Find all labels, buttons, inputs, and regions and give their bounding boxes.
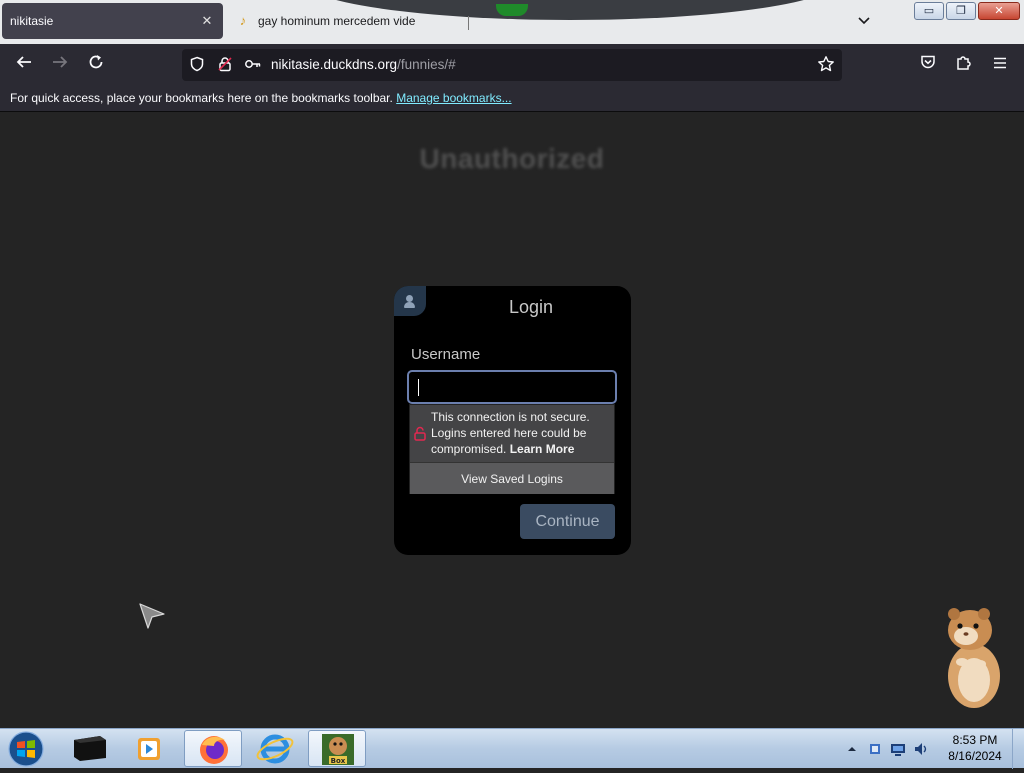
- firefox-icon: [200, 736, 228, 764]
- username-input[interactable]: [407, 370, 617, 404]
- hamster-icon: [940, 606, 1006, 710]
- taskbar-item-media-player[interactable]: [120, 730, 178, 767]
- insecure-lock-icon[interactable]: [216, 56, 234, 74]
- navigation-toolbar: nikitasie.duckdns.org/funnies/#: [0, 44, 1024, 86]
- permissions-key-icon[interactable]: [244, 56, 262, 74]
- clock-date: 8/16/2024: [948, 749, 1002, 763]
- close-window-button[interactable]: ✕: [978, 2, 1020, 20]
- view-saved-logins-button[interactable]: View Saved Logins: [410, 462, 614, 494]
- reload-icon: [89, 55, 103, 69]
- taskbar-item-internet-explorer[interactable]: [246, 730, 304, 767]
- windows-logo-icon: [8, 731, 44, 767]
- system-tray: [844, 735, 929, 763]
- tracking-protection-shield-icon[interactable]: [188, 56, 206, 74]
- url-host: nikitasie.duckdns.org: [271, 57, 398, 72]
- tab-nikitasie[interactable]: nikitasie ✕: [2, 3, 223, 39]
- volume-icon[interactable]: [913, 741, 929, 757]
- username-label: Username: [411, 346, 481, 363]
- svg-text:Box: Box: [331, 757, 346, 765]
- reload-button[interactable]: [84, 53, 108, 77]
- tab-strip: nikitasie ✕ ♪ gay hominum mercedem vide …: [0, 0, 1024, 44]
- taskbar-clock[interactable]: 8:53 PM 8/16/2024: [940, 732, 1010, 764]
- manage-bookmarks-link[interactable]: Manage bookmarks...: [396, 91, 511, 105]
- list-all-tabs-chevron-icon[interactable]: [852, 10, 876, 34]
- action-center-flag-icon[interactable]: [867, 741, 883, 757]
- show-hidden-icons-icon[interactable]: [844, 741, 860, 757]
- start-button[interactable]: [6, 731, 46, 767]
- tab-gay-hominum[interactable]: ♪ gay hominum mercedem vide: [228, 3, 468, 39]
- address-bar[interactable]: nikitasie.duckdns.org/funnies/#: [182, 49, 842, 81]
- continue-button[interactable]: Continue: [520, 504, 615, 539]
- taskbar: Box 8:53 PM 8/16/2024: [0, 728, 1024, 769]
- show-desktop-button[interactable]: [1012, 729, 1024, 769]
- internet-explorer-icon: [256, 734, 294, 764]
- taskbar-item-firefox[interactable]: [184, 730, 242, 767]
- text-caret: [418, 379, 419, 396]
- hamburger-menu-icon: [994, 57, 1006, 69]
- forward-button[interactable]: [48, 53, 72, 77]
- puzzle-piece-icon: [957, 56, 971, 70]
- taskbar-item-app[interactable]: [60, 730, 118, 767]
- media-player-icon: [138, 738, 160, 760]
- window-controls: ▭ ❐ ✕: [914, 2, 1020, 20]
- minimize-button[interactable]: ▭: [914, 2, 944, 20]
- bookmarks-toolbar-message: For quick access, place your bookmarks h…: [10, 91, 393, 105]
- learn-more-link[interactable]: Learn More: [510, 442, 575, 456]
- extensions-button[interactable]: [952, 53, 976, 77]
- tab-favicon-icon: ♪: [239, 13, 247, 28]
- pocket-icon: [921, 55, 935, 69]
- green-badge-icon: [496, 4, 528, 16]
- forward-arrow-icon: [53, 56, 68, 68]
- login-title: Login: [508, 297, 554, 317]
- taskbar-item-box[interactable]: Box: [308, 730, 366, 767]
- mouse-cursor-icon: [138, 602, 166, 630]
- network-monitor-icon[interactable]: [890, 741, 906, 757]
- tab-close-icon[interactable]: ✕: [199, 13, 215, 29]
- black-box-icon: [74, 736, 106, 761]
- url-path: /funnies/#: [397, 57, 456, 72]
- insecure-login-popup: This connection is not secure. Logins en…: [409, 404, 615, 494]
- bookmark-star-icon[interactable]: [816, 55, 836, 75]
- tab-title: nikitasie: [10, 14, 54, 28]
- insecure-lock-warning-icon: [414, 426, 426, 441]
- tab-title: gay hominum mercedem vide: [258, 14, 416, 28]
- back-arrow-icon: [16, 56, 31, 68]
- restore-button[interactable]: ❐: [946, 2, 976, 20]
- clock-time: 8:53 PM: [952, 733, 998, 747]
- box-icon: Box: [322, 734, 354, 765]
- bookmarks-toolbar: For quick access, place your bookmarks h…: [0, 86, 1024, 112]
- app-menu-button[interactable]: [988, 53, 1012, 77]
- tab-divider: [468, 16, 469, 30]
- url-text[interactable]: nikitasie.duckdns.org/funnies/#: [271, 57, 456, 72]
- back-button[interactable]: [12, 53, 36, 77]
- pocket-button[interactable]: [916, 53, 940, 77]
- insecure-login-warning: This connection is not secure. Logins en…: [410, 405, 614, 461]
- page-heading: Unauthorized: [419, 143, 605, 174]
